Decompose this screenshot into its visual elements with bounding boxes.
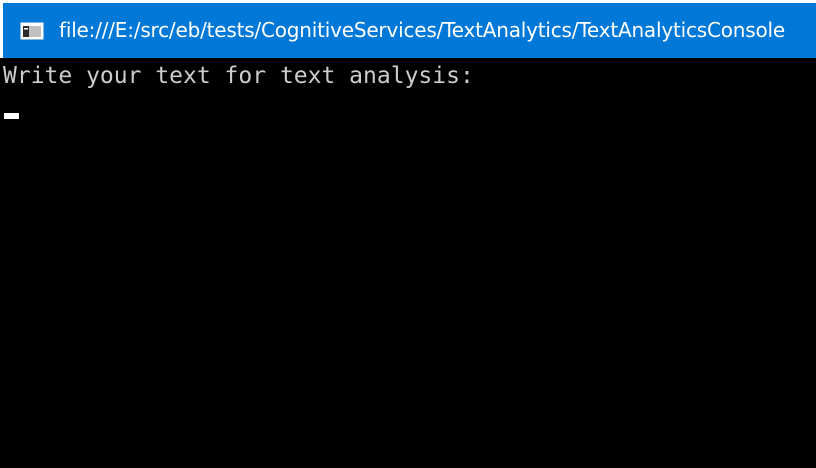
console-window: file:///E:/src/eb/tests/CognitiveService… [0, 0, 816, 468]
title-bar[interactable]: file:///E:/src/eb/tests/CognitiveService… [0, 0, 816, 58]
window-title: file:///E:/src/eb/tests/CognitiveService… [59, 18, 785, 42]
console-window-icon [20, 22, 44, 40]
console-prompt-text: Write your text for text analysis: [3, 63, 474, 89]
title-bar-background[interactable]: file:///E:/src/eb/tests/CognitiveService… [3, 3, 816, 58]
console-output-area[interactable]: Write your text for text analysis: [0, 58, 816, 468]
text-cursor [4, 113, 19, 119]
